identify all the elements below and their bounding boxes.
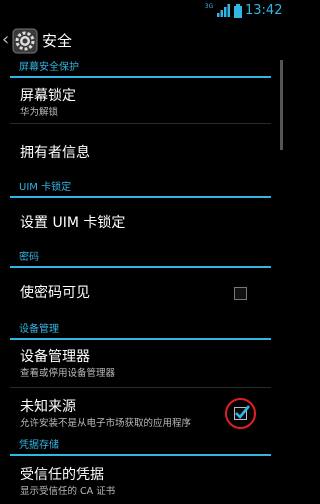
section-label: 密码 [19, 252, 39, 263]
item-summary: 允许安装不是从电子市场获取的应用程序 [20, 418, 192, 429]
clock: 13:42 [245, 3, 283, 18]
highlight-ring [225, 398, 256, 429]
status-bar: 3G 13:42 [0, 0, 285, 22]
section-label: 设备管理 [19, 324, 59, 335]
section-label: UIM 卡锁定 [19, 182, 72, 193]
screen-lock-item[interactable]: 屏幕锁定 华为解锁 [0, 78, 285, 124]
item-title: 未知来源 [20, 399, 76, 415]
scrollbar[interactable] [280, 60, 283, 150]
trusted-credentials-item[interactable]: 受信任的凭据 显示受信任的 CA 证书 [0, 456, 285, 504]
unknown-sources-item[interactable]: 未知来源 允许安装不是从电子市场获取的应用程序 [0, 388, 285, 438]
item-summary: 华为解锁 [20, 107, 59, 118]
item-title: 屏幕锁定 [20, 88, 76, 104]
item-title: 设置 UIM 卡锁定 [20, 215, 126, 231]
show-password-checkbox[interactable] [234, 287, 247, 300]
network-type: 3G [204, 3, 214, 10]
uim-lock-item[interactable]: 设置 UIM 卡锁定 [0, 198, 285, 250]
owner-info-item[interactable]: 拥有者信息 [0, 124, 285, 182]
item-title: 拥有者信息 [20, 145, 90, 161]
item-title: 使密码可见 [20, 285, 90, 301]
settings-list[interactable]: 屏幕安全保护 屏幕锁定 华为解锁 拥有者信息 UIM 卡锁定 设置 UIM 卡锁… [0, 58, 285, 504]
section-header-password: 密码 [0, 248, 285, 268]
gear-icon[interactable] [12, 28, 38, 54]
device-admins-item[interactable]: 设备管理器 查看或停用设备管理器 [0, 340, 285, 388]
section-label: 屏幕安全保护 [19, 62, 79, 73]
item-title: 设备管理器 [20, 349, 90, 365]
item-summary: 查看或停用设备管理器 [20, 368, 116, 379]
section-header-credentials: 凭据存储 [0, 436, 285, 456]
show-password-item[interactable]: 使密码可见 [0, 268, 285, 320]
signal-icon [217, 4, 230, 17]
item-summary: 显示受信任的 CA 证书 [20, 486, 116, 497]
page-title: 安全 [42, 32, 73, 50]
section-header-uim: UIM 卡锁定 [0, 178, 285, 198]
section-label: 凭据存储 [19, 440, 59, 451]
up-caret-icon[interactable]: ‹ [2, 29, 9, 51]
section-header-device-admin: 设备管理 [0, 320, 285, 340]
section-header-screen: 屏幕安全保护 [0, 58, 285, 78]
action-bar: ‹ 安全 [0, 22, 285, 60]
item-title: 受信任的凭据 [20, 467, 104, 483]
battery-icon [234, 4, 242, 18]
